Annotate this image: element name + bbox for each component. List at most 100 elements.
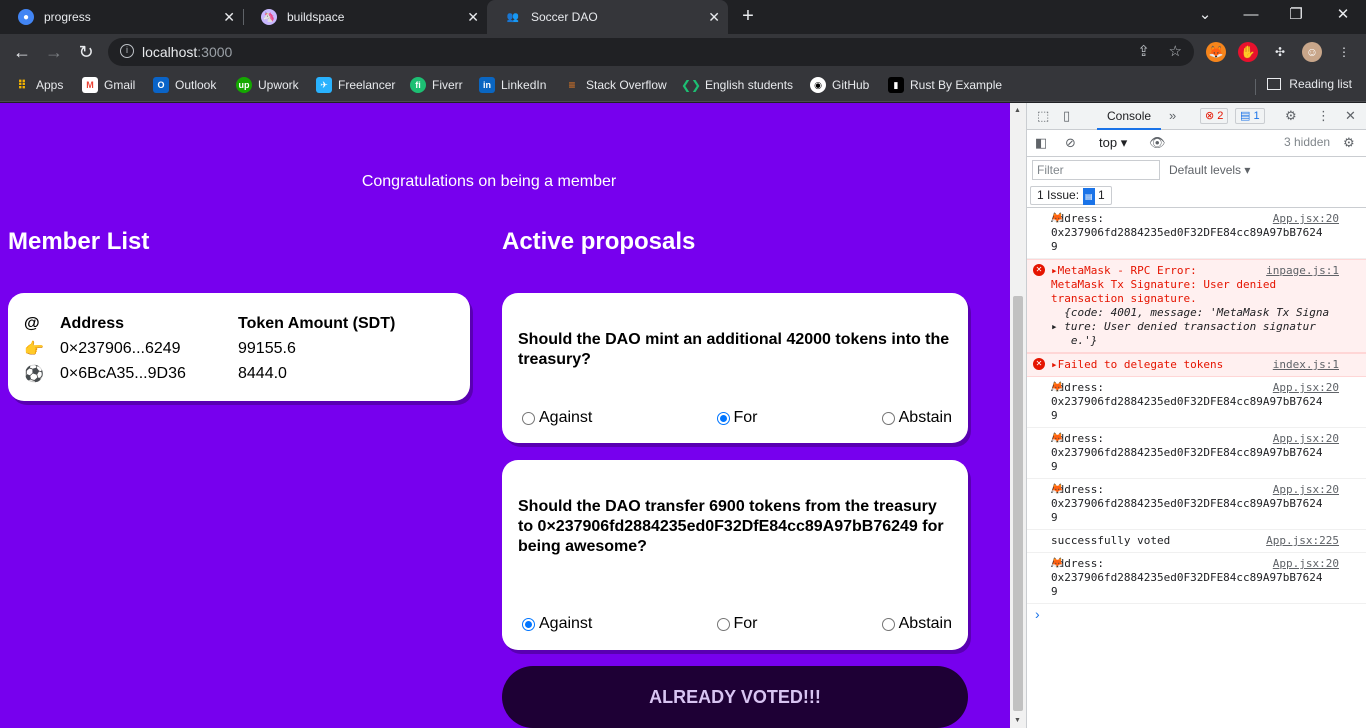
console-filter-input[interactable]: Filter <box>1032 160 1160 180</box>
bookmark-fiverr[interactable]: fi Fiverr <box>410 77 463 93</box>
sidebar-toggle-icon[interactable]: ◧ <box>1035 135 1047 151</box>
radio-against[interactable] <box>522 411 535 425</box>
radio-against[interactable] <box>522 617 535 631</box>
radio-for[interactable] <box>716 411 730 425</box>
bookmark-rust[interactable]: ▮ Rust By Example <box>888 77 1002 93</box>
share-icon[interactable]: ⇪ <box>1137 42 1150 60</box>
site-info-icon[interactable]: i <box>120 44 134 58</box>
clear-console-icon[interactable]: ⊘ <box>1065 135 1076 151</box>
settings-gear-icon[interactable]: ⚙ <box>1285 108 1297 124</box>
restore-icon[interactable]: ❐ <box>1285 4 1307 26</box>
bookmark-label: Apps <box>36 78 64 92</box>
radio-for[interactable] <box>716 617 730 631</box>
console-message: 🦊 App.jsx:20 Address: 0x237906fd2884235ed0… <box>1027 208 1366 259</box>
bookmark-gmail[interactable]: M Gmail <box>82 77 135 93</box>
address-bar[interactable]: i localhost:3000 ⇪ ☆ <box>108 38 1194 66</box>
bookmark-github[interactable]: ◉ GitHub <box>810 77 869 93</box>
bookmark-label: Upwork <box>258 78 299 92</box>
console-error: ✕ inpage.js:1 ▸MetaMask - RPC Error: MetaM… <box>1027 259 1366 353</box>
errors-badge[interactable]: ⊗ 2 <box>1200 108 1229 124</box>
prompt-chevron-icon: › <box>1035 606 1040 622</box>
vote-against[interactable]: Against <box>522 615 592 633</box>
log-levels-dropdown[interactable]: Default levels ▾ <box>1169 163 1250 177</box>
source-link[interactable]: App.jsx:20 <box>1273 212 1339 226</box>
at-header: @ <box>24 314 40 332</box>
close-tab-icon[interactable]: ✕ <box>467 9 479 26</box>
live-expression-eye-icon[interactable]: 👁 <box>1149 135 1166 151</box>
bookmark-linkedin[interactable]: in LinkedIn <box>479 77 546 93</box>
source-link[interactable]: App.jsx:20 <box>1273 483 1339 497</box>
bookmarks-divider <box>1255 79 1256 95</box>
metamask-log-icon: 🦊 <box>1051 433 1064 444</box>
forward-arrow-icon[interactable]: → <box>42 40 66 64</box>
devtools-menu-icon[interactable]: ⋮ <box>1317 108 1330 124</box>
source-link[interactable]: App.jsx:20 <box>1273 557 1339 571</box>
already-voted-button[interactable]: ALREADY VOTED!!! <box>502 666 968 728</box>
inspect-element-icon[interactable]: ⬚ <box>1037 108 1049 124</box>
menu-kebab-icon[interactable]: ⋮ <box>1334 42 1354 62</box>
profile-avatar[interactable]: ☺ <box>1302 42 1322 62</box>
bookmark-star-icon[interactable]: ☆ <box>1169 42 1182 60</box>
console-settings-icon[interactable]: ⚙ <box>1343 135 1355 151</box>
tab-progress[interactable]: ● progress ✕ <box>0 0 243 34</box>
page-scrollbar[interactable]: ▲ ▼ <box>1010 103 1026 728</box>
vote-against[interactable]: Against <box>522 409 592 427</box>
source-link[interactable]: App.jsx:225 <box>1266 534 1339 548</box>
vote-for[interactable]: For <box>716 615 758 633</box>
reading-list-button[interactable]: Reading list <box>1267 77 1352 91</box>
more-tabs-icon[interactable]: » <box>1169 108 1176 123</box>
reading-list-icon <box>1267 78 1282 90</box>
scroll-up-icon[interactable]: ▲ <box>1014 107 1021 114</box>
vote-for[interactable]: For <box>716 409 758 427</box>
vote-abstain[interactable]: Abstain <box>881 615 952 633</box>
metamask-log-icon: 🦊 <box>1051 484 1064 495</box>
bookmark-upwork[interactable]: up Upwork <box>236 77 299 93</box>
bookmark-label: LinkedIn <box>501 78 547 92</box>
bookmark-english-students[interactable]: ❮❯ English students <box>681 77 793 93</box>
radio-abstain[interactable] <box>881 411 895 425</box>
issues-count: 1 <box>1253 110 1260 122</box>
option-label: For <box>733 409 758 426</box>
extensions-puzzle-icon[interactable]: ✣ <box>1270 42 1290 62</box>
source-link[interactable]: App.jsx:20 <box>1273 381 1339 395</box>
scrollbar-thumb[interactable] <box>1013 296 1023 711</box>
error-icon: ✕ <box>1033 264 1045 276</box>
bookmark-label: Outlook <box>175 78 217 92</box>
close-tab-icon[interactable]: ✕ <box>223 9 235 26</box>
active-proposals-heading: Active proposals <box>502 228 696 255</box>
bookmark-apps[interactable]: ⠿ Apps <box>14 77 63 93</box>
minimize-icon[interactable]: — <box>1240 4 1262 26</box>
close-window-icon[interactable]: ✕ <box>1332 4 1354 26</box>
device-toolbar-icon[interactable]: ▯ <box>1063 108 1070 124</box>
scroll-down-icon[interactable]: ▼ <box>1014 717 1021 724</box>
close-tab-icon[interactable]: ✕ <box>708 9 720 26</box>
close-devtools-icon[interactable]: ✕ <box>1345 108 1356 124</box>
hand-extension-icon[interactable]: ✋ <box>1238 42 1258 62</box>
tab-buildspace[interactable]: 🦄 buildspace ✕ <box>243 0 487 34</box>
back-arrow-icon[interactable]: ← <box>10 40 34 64</box>
vote-abstain[interactable]: Abstain <box>881 409 952 427</box>
issues-button[interactable]: 1 Issue: ▤ 1 <box>1030 186 1112 205</box>
new-tab-button[interactable]: + <box>737 4 759 28</box>
vote-options: Against For Abstain <box>522 615 952 633</box>
tab-search-icon[interactable]: ⌄ <box>1194 4 1216 26</box>
context-label: top <box>1099 135 1118 150</box>
console-error: ✕ index.js:1 ▸Failed to delegate tokens <box>1027 353 1366 377</box>
bookmark-stackoverflow[interactable]: ≡ Stack Overflow <box>564 77 666 93</box>
metamask-log-icon: 🦊 <box>1051 382 1064 393</box>
tab-console[interactable]: Console <box>1097 103 1162 130</box>
metamask-extension-icon[interactable]: 🦊 <box>1206 42 1226 62</box>
issues-badge[interactable]: ▤ 1 <box>1235 108 1265 124</box>
source-link[interactable]: inpage.js:1 <box>1266 264 1339 278</box>
error-object[interactable]: {code: 4001, message: 'MetaMask Tx Signa… <box>1051 306 1329 347</box>
bookmark-freelancer[interactable]: ✈ Freelancer <box>316 77 395 93</box>
bookmark-outlook[interactable]: O Outlook <box>153 77 216 93</box>
tab-soccer-dao[interactable]: 👥 Soccer DAO ✕ <box>487 0 728 34</box>
context-selector[interactable]: top ▾ <box>1099 135 1127 151</box>
radio-abstain[interactable] <box>881 617 895 631</box>
source-link[interactable]: App.jsx:20 <box>1273 432 1339 446</box>
source-link[interactable]: index.js:1 <box>1273 358 1339 372</box>
console-prompt-row[interactable]: › <box>1027 604 1366 626</box>
reload-icon[interactable]: ↻ <box>74 40 98 64</box>
devtools-panel: ⬚ ▯ Console » ⊗ 2 ▤ 1 ⚙ ⋮ ✕ ◧ ⊘ top ▾ 👁 … <box>1026 103 1366 728</box>
